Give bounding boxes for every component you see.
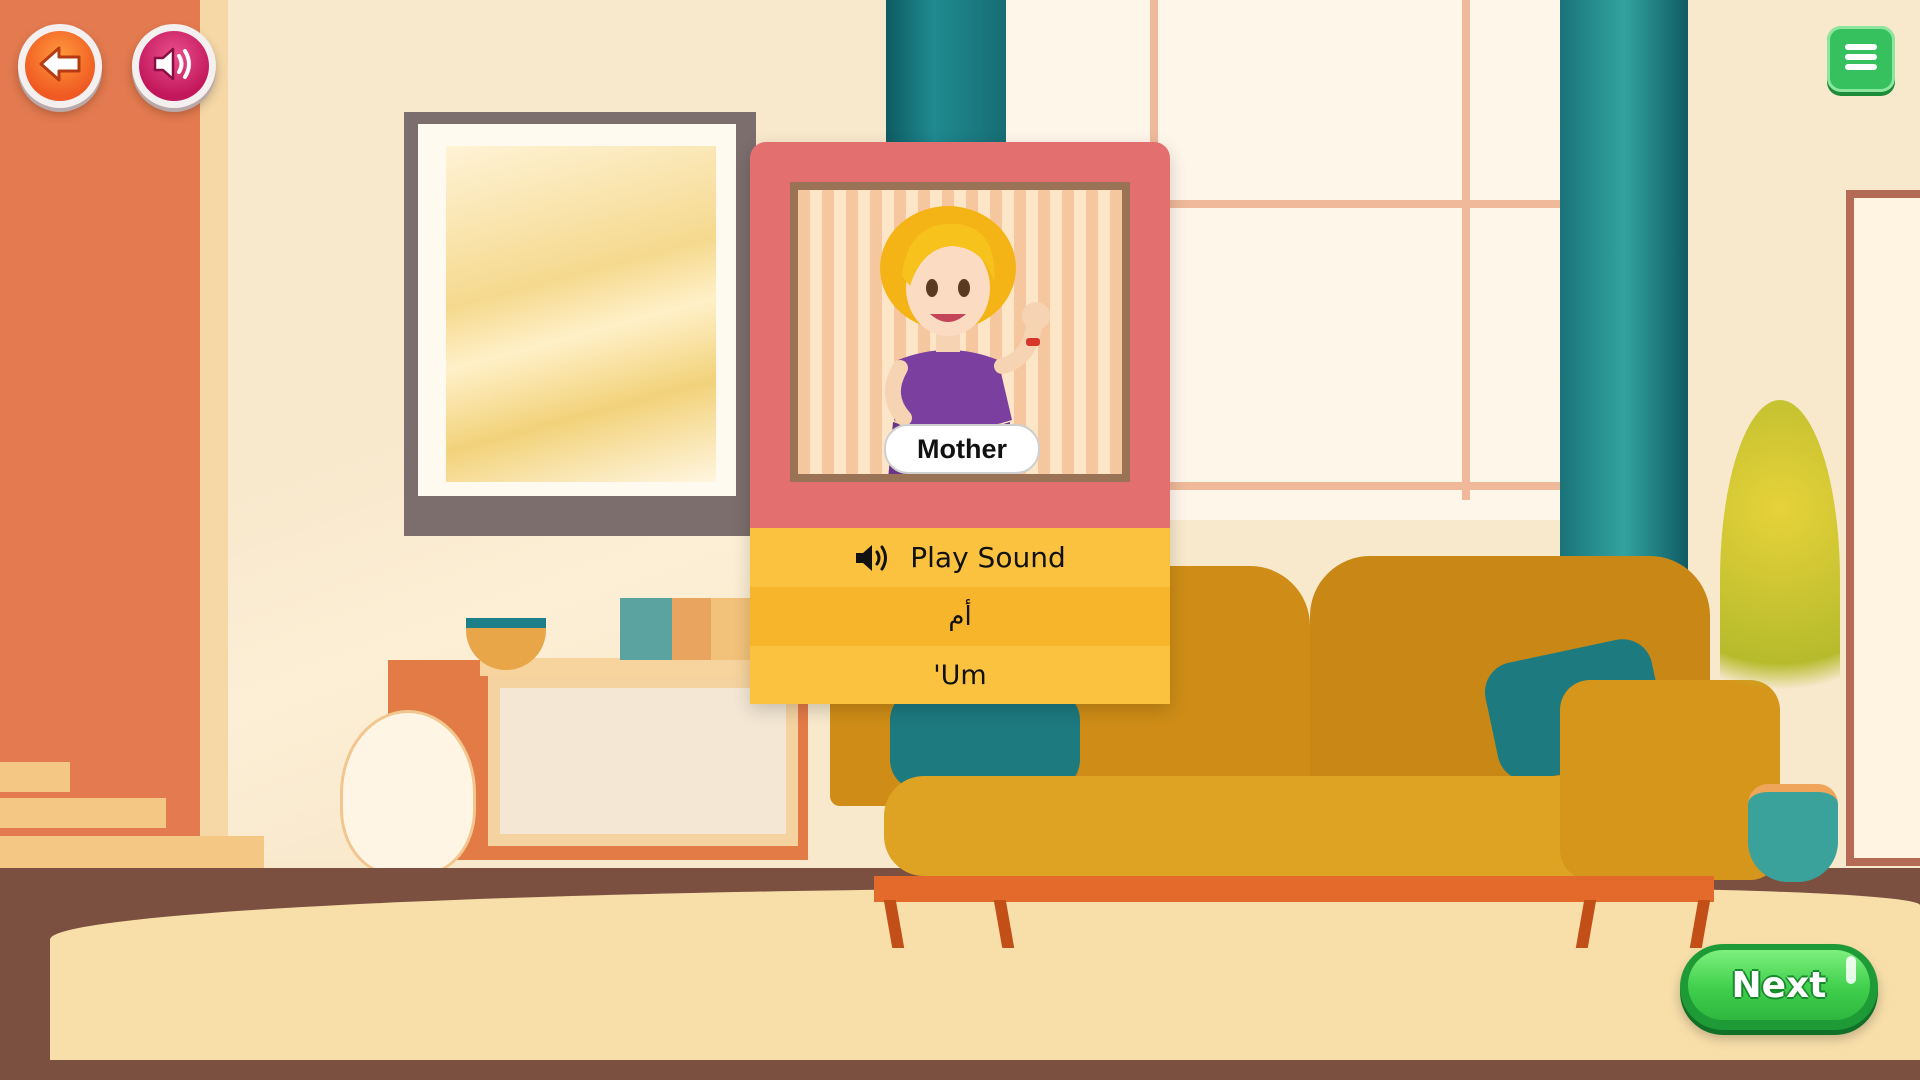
play-sound-button[interactable]: Play Sound (750, 528, 1170, 587)
floor-steps-2 (0, 798, 166, 828)
transliteration: 'Um (750, 646, 1170, 704)
curtain-right (1560, 0, 1688, 640)
sofa-base (874, 876, 1714, 902)
back-button[interactable] (18, 24, 102, 108)
speaker-icon (854, 542, 894, 574)
arabic-word: أم (750, 587, 1170, 646)
floor-steps-3 (0, 836, 264, 870)
speaker-icon (151, 44, 197, 88)
wall-picture-art (446, 146, 716, 482)
arrow-left-icon (37, 44, 83, 88)
menu-button[interactable] (1827, 26, 1895, 92)
rug (50, 888, 1920, 1060)
word-card: Mother Play Sound أم 'Um (750, 142, 1170, 704)
card-image-panel: Mother (750, 142, 1170, 528)
sound-toggle-button[interactable] (132, 24, 216, 108)
sofa-pillow-left (890, 690, 1080, 790)
next-button-gloss (1846, 956, 1856, 984)
planter-right (1748, 784, 1838, 882)
books (620, 598, 750, 660)
mirror-right (1846, 190, 1920, 866)
next-label: Next (1731, 964, 1827, 1006)
next-button[interactable]: Next (1680, 944, 1878, 1030)
window-frame-v2 (1462, 0, 1470, 500)
next-button-face: Next (1688, 950, 1870, 1020)
floor-steps (0, 762, 70, 792)
vase (340, 710, 476, 876)
plant-right (1720, 400, 1840, 760)
left-wall (0, 0, 210, 860)
word-label: Mother (884, 424, 1040, 474)
hamburger-menu-icon (1843, 41, 1879, 77)
play-sound-label: Play Sound (910, 541, 1066, 574)
wall-stripe (200, 0, 228, 860)
